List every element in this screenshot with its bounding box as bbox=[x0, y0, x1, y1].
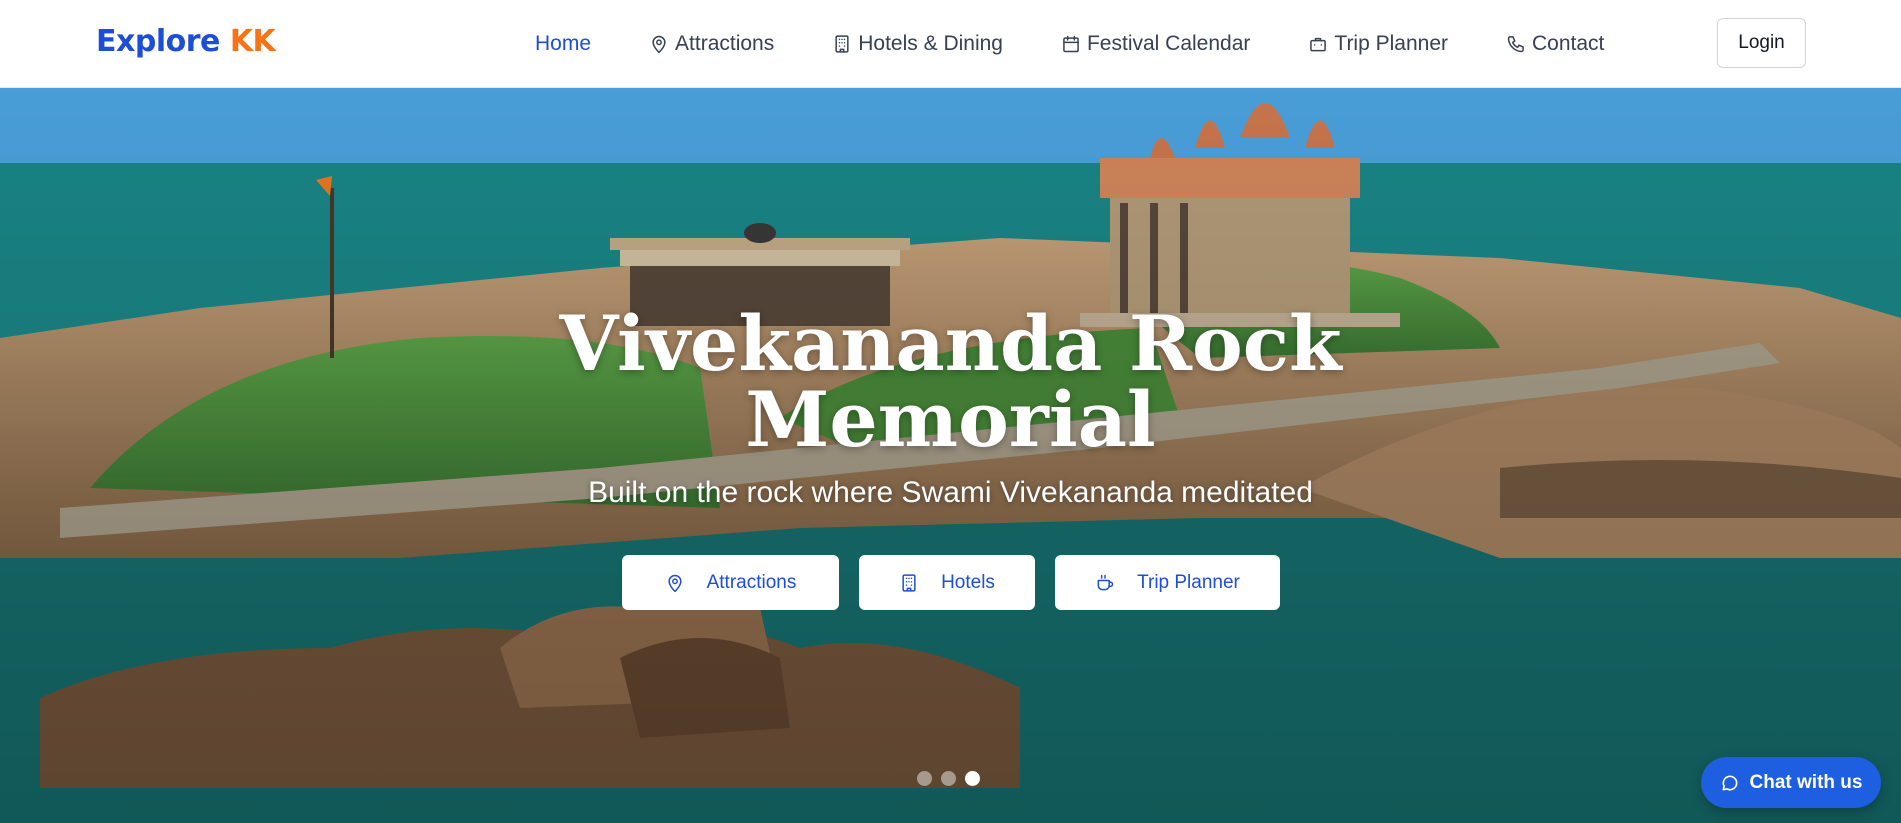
brand-name-part1: Explore bbox=[96, 24, 220, 59]
nav-item-hotels-dining[interactable]: Hotels & Dining bbox=[832, 32, 1003, 56]
building-icon bbox=[835, 35, 849, 53]
main-nav: Home Attractions Hotels & Dining Festiva… bbox=[535, 28, 1662, 60]
hero-attractions-button-label: Attractions bbox=[706, 571, 797, 593]
nav-item-home-label: Home bbox=[535, 32, 592, 55]
nav-item-attractions[interactable]: Attractions bbox=[649, 32, 774, 56]
chat-button-label: Chat with us bbox=[1749, 771, 1863, 793]
nav-item-contact[interactable]: Contact bbox=[1506, 32, 1604, 56]
map-pin-icon bbox=[652, 35, 666, 54]
brand-name-part2: KK bbox=[229, 24, 276, 59]
map-pin-icon bbox=[668, 574, 682, 592]
chat-button[interactable]: Chat with us bbox=[1701, 757, 1881, 808]
login-button[interactable]: Login bbox=[1717, 18, 1806, 68]
hero-trip-planner-button-label: Trip Planner bbox=[1137, 571, 1240, 593]
briefcase-icon bbox=[1310, 37, 1327, 52]
slide-indicator bbox=[917, 771, 980, 786]
hero-title: Vivekananda Rock Memorial bbox=[0, 306, 1901, 458]
hero-trip-planner-button[interactable]: Trip Planner bbox=[1055, 555, 1280, 610]
nav-item-hotels-dining-label: Hotels & Dining bbox=[858, 32, 1003, 55]
building-icon bbox=[902, 573, 916, 592]
coffee-cup-icon bbox=[1097, 574, 1114, 590]
site-header: Explore KK Home Attractions Hotels & Din… bbox=[0, 0, 1901, 88]
hero-banner: Vivekananda Rock Memorial Built on the r… bbox=[0, 88, 1901, 823]
nav-item-attractions-label: Attractions bbox=[675, 32, 775, 55]
phone-icon bbox=[1507, 36, 1524, 53]
hero-hotels-button[interactable]: Hotels bbox=[859, 555, 1035, 610]
hero-title-line2: Memorial bbox=[745, 375, 1156, 464]
nav-item-festival-calendar-label: Festival Calendar bbox=[1086, 32, 1251, 55]
slide-dot-3[interactable] bbox=[965, 771, 980, 786]
nav-item-trip-planner[interactable]: Trip Planner bbox=[1308, 32, 1448, 56]
hero-hotels-button-label: Hotels bbox=[941, 571, 995, 593]
nav-item-home[interactable]: Home bbox=[535, 32, 591, 56]
hero-cta-row: Attractions Hotels Trip Planner bbox=[622, 555, 1300, 610]
nav-item-festival-calendar[interactable]: Festival Calendar bbox=[1061, 32, 1250, 56]
slide-dot-2[interactable] bbox=[941, 771, 956, 786]
brand-logo[interactable]: Explore KK bbox=[96, 24, 276, 60]
hero-subtitle: Built on the rock where Swami Vivekanand… bbox=[588, 476, 1313, 509]
nav-item-trip-planner-label: Trip Planner bbox=[1334, 32, 1448, 55]
hero-attractions-button[interactable]: Attractions bbox=[622, 555, 839, 610]
chat-bubble-icon bbox=[1722, 775, 1738, 790]
nav-item-contact-label: Contact bbox=[1532, 32, 1605, 55]
slide-dot-1[interactable] bbox=[917, 771, 932, 786]
calendar-icon bbox=[1063, 35, 1079, 53]
